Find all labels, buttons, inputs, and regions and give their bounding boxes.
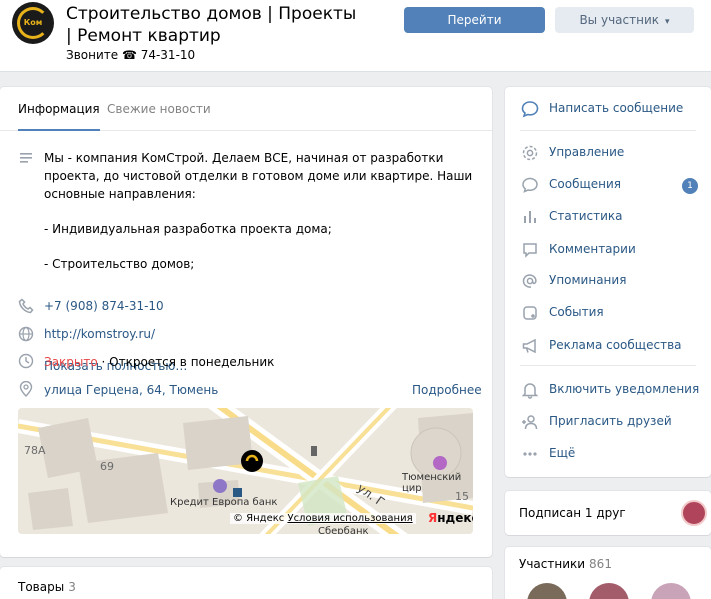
description-paragraph: - Строительство домов; [44,257,195,271]
hours-row: Закрыто · Откроется в понедельник [44,355,274,369]
menu-stats[interactable]: Статистика [505,202,711,232]
menu-divider [520,130,696,131]
events-icon [523,306,537,320]
menu-label: События [549,305,604,319]
group-header: Ком Строительство домов | Проекты | Ремо… [0,0,711,72]
gear-icon [522,145,538,161]
tab-news[interactable]: Свежие новости [107,87,211,131]
phone-link[interactable]: +7 (908) 874-31-10 [44,299,164,313]
menu-manage[interactable]: Управление [505,138,711,168]
map-label-sberbank: Сбербанк [318,526,369,534]
menu-comments[interactable]: Комментарии [505,235,711,265]
menu-label: Управление [549,145,625,159]
group-logo[interactable]: Ком [12,2,54,44]
chat-icon [522,177,538,193]
yandex-logo[interactable]: Яндекс [428,511,473,525]
add-user-icon [522,415,538,430]
menu-label: Сообщения [549,177,622,191]
logo-text: Ком [23,18,43,27]
chevron-down-icon: ▾ [665,17,670,27]
group-title: Строительство домов | Проекты | Ремонт к… [66,4,357,46]
globe-icon [18,326,34,342]
menu-label: Реклама сообщества [549,338,682,352]
map-label-tyumen: Тюменский цир [402,472,462,494]
members-header[interactable]: Участники 861 [519,557,612,571]
info-card: Информация Свежие новости Мы - компания … [0,87,492,557]
group-status: Звоните ☎ 74-31-10 [66,48,196,62]
closed-status: Закрыто [44,355,98,369]
goods-count: 3 [68,580,76,594]
message-icon [521,101,539,118]
menu-label: Статистика [549,209,623,223]
menu-invite[interactable]: Пригласить друзей [505,407,711,437]
go-button[interactable]: Перейти [404,7,545,33]
yandex-logo-y: Я [428,511,438,525]
member-button-label: Вы участник [579,13,659,27]
description-icon [20,153,32,163]
map-label-bank: Кредит Европа банк [170,497,278,508]
at-icon [522,274,537,288]
bell-icon [521,383,539,399]
clock-icon [18,353,34,369]
description-paragraph: Мы - компания КомСтрой. Делаем ВСЕ, начи… [44,151,473,201]
menu-more[interactable]: Ещё [505,439,711,469]
tab-info[interactable]: Информация [18,87,100,131]
menu-label: Пригласить друзей [549,414,672,428]
menu-ads[interactable]: Реклама сообщества [505,331,711,361]
avatar[interactable] [651,583,691,599]
menu-label: Написать сообщение [549,101,684,115]
description-paragraph: - Индивидуальная разработка проекта дома… [44,222,332,236]
website-link[interactable]: http://komstroy.ru/ [44,327,155,341]
friends-subscribed-label: Подписан 1 друг [519,506,626,520]
location-pin-icon [19,381,33,397]
more-icon [523,452,537,456]
menu-label: Комментарии [549,242,636,256]
friends-subscribed-card[interactable]: Подписан 1 друг [505,491,711,535]
location-map[interactable]: 78А 69 15 Кредит Европа банк Сбербанк ул… [18,408,473,534]
goods-header: Товары 3 [18,580,76,594]
menu-label: Ещё [549,446,576,460]
menu-write-message[interactable]: Написать сообщение [505,94,711,124]
member-dropdown-button[interactable]: Вы участник ▾ [555,7,694,33]
tabs-bar: Информация Свежие новости [0,87,492,131]
map-copyright: © Яндекс Условия использования [230,513,416,524]
comment-icon [523,243,537,258]
description-text: Мы - компания КомСтрой. Делаем ВСЕ, начи… [44,149,474,290]
phone-icon [18,298,34,314]
map-label-78a: 78А [24,444,46,457]
menu-messages[interactable]: Сообщения 1 [505,170,711,200]
members-title: Участники [519,557,586,571]
stats-icon [524,211,536,223]
actions-menu: Написать сообщение Управление Сообщения … [505,87,711,477]
menu-events[interactable]: События [505,298,711,328]
menu-divider [520,365,696,366]
hours-note: · Откроется в понедельник [97,355,275,369]
avatar[interactable] [527,583,567,599]
menu-label: Упоминания [549,273,627,287]
yandex-logo-rest: ндекс [437,511,473,525]
goods-card[interactable]: Товары 3 [0,567,492,599]
map-label-69: 69 [100,460,114,473]
address-details-link[interactable]: Подробнее [412,383,482,397]
avatar[interactable] [589,583,629,599]
map-copyright-text: © Яндекс [233,513,285,524]
goods-title: Товары [18,580,65,594]
menu-label: Включить уведомления [549,382,700,396]
menu-mentions[interactable]: Упоминания [505,266,711,296]
messages-badge: 1 [682,178,698,194]
avatar[interactable] [681,500,707,526]
members-count: 861 [589,557,612,571]
megaphone-icon [522,338,536,354]
map-terms-link[interactable]: Условия использования [287,513,412,524]
menu-notifications[interactable]: Включить уведомления [505,375,711,405]
members-card: Участники 861 [505,547,711,599]
address-link[interactable]: улица Герцена, 64, Тюмень [44,383,218,397]
